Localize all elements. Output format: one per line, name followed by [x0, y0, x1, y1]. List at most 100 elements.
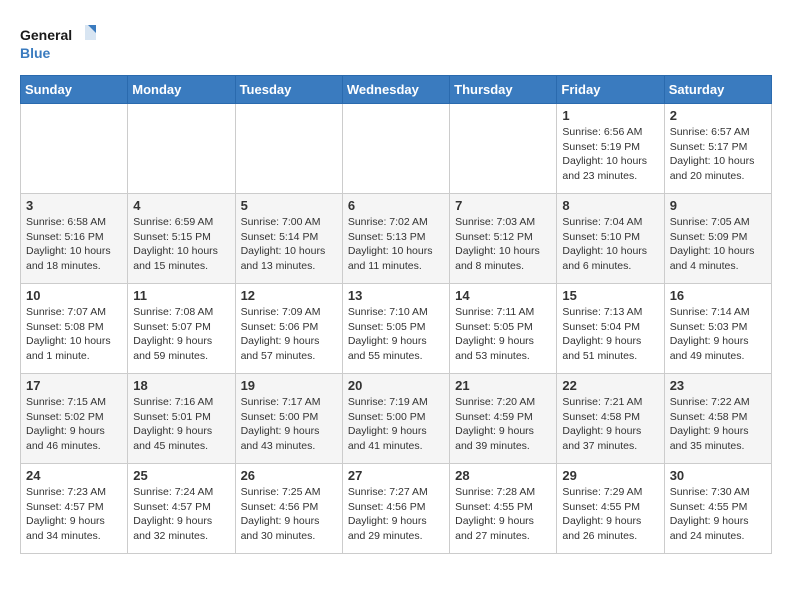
day-info: Sunrise: 6:56 AM Sunset: 5:19 PM Dayligh… [562, 125, 658, 184]
day-info: Sunrise: 7:28 AM Sunset: 4:55 PM Dayligh… [455, 485, 551, 544]
calendar-cell: 12 Sunrise: 7:09 AM Sunset: 5:06 PM Dayli… [235, 284, 342, 374]
calendar-cell: 17 Sunrise: 7:15 AM Sunset: 5:02 PM Dayli… [21, 374, 128, 464]
day-number: 11 [133, 288, 229, 303]
svg-text:General: General [20, 27, 72, 43]
day-number: 2 [670, 108, 766, 123]
calendar-cell [235, 104, 342, 194]
weekday-header-thursday: Thursday [450, 76, 557, 104]
day-number: 22 [562, 378, 658, 393]
day-info: Sunrise: 7:13 AM Sunset: 5:04 PM Dayligh… [562, 305, 658, 364]
day-number: 1 [562, 108, 658, 123]
calendar-cell: 15 Sunrise: 7:13 AM Sunset: 5:04 PM Dayli… [557, 284, 664, 374]
day-info: Sunrise: 7:21 AM Sunset: 4:58 PM Dayligh… [562, 395, 658, 454]
day-info: Sunrise: 6:58 AM Sunset: 5:16 PM Dayligh… [26, 215, 122, 274]
day-info: Sunrise: 7:14 AM Sunset: 5:03 PM Dayligh… [670, 305, 766, 364]
day-number: 14 [455, 288, 551, 303]
day-info: Sunrise: 7:20 AM Sunset: 4:59 PM Dayligh… [455, 395, 551, 454]
day-info: Sunrise: 7:17 AM Sunset: 5:00 PM Dayligh… [241, 395, 337, 454]
week-row-3: 10 Sunrise: 7:07 AM Sunset: 5:08 PM Dayli… [21, 284, 772, 374]
day-info: Sunrise: 7:11 AM Sunset: 5:05 PM Dayligh… [455, 305, 551, 364]
week-row-2: 3 Sunrise: 6:58 AM Sunset: 5:16 PM Daylig… [21, 194, 772, 284]
day-number: 17 [26, 378, 122, 393]
logo-icon: General Blue [20, 20, 100, 65]
calendar-cell [450, 104, 557, 194]
calendar-cell: 27 Sunrise: 7:27 AM Sunset: 4:56 PM Dayli… [342, 464, 449, 554]
day-info: Sunrise: 7:03 AM Sunset: 5:12 PM Dayligh… [455, 215, 551, 274]
day-info: Sunrise: 7:27 AM Sunset: 4:56 PM Dayligh… [348, 485, 444, 544]
day-number: 4 [133, 198, 229, 213]
day-number: 29 [562, 468, 658, 483]
calendar-cell: 19 Sunrise: 7:17 AM Sunset: 5:00 PM Dayli… [235, 374, 342, 464]
day-number: 3 [26, 198, 122, 213]
calendar-cell: 25 Sunrise: 7:24 AM Sunset: 4:57 PM Dayli… [128, 464, 235, 554]
day-number: 28 [455, 468, 551, 483]
day-info: Sunrise: 7:04 AM Sunset: 5:10 PM Dayligh… [562, 215, 658, 274]
calendar-cell: 20 Sunrise: 7:19 AM Sunset: 5:00 PM Dayli… [342, 374, 449, 464]
day-info: Sunrise: 7:30 AM Sunset: 4:55 PM Dayligh… [670, 485, 766, 544]
day-info: Sunrise: 6:57 AM Sunset: 5:17 PM Dayligh… [670, 125, 766, 184]
day-number: 24 [26, 468, 122, 483]
calendar-cell: 7 Sunrise: 7:03 AM Sunset: 5:12 PM Daylig… [450, 194, 557, 284]
day-info: Sunrise: 7:19 AM Sunset: 5:00 PM Dayligh… [348, 395, 444, 454]
calendar-cell: 28 Sunrise: 7:28 AM Sunset: 4:55 PM Dayli… [450, 464, 557, 554]
calendar-cell: 2 Sunrise: 6:57 AM Sunset: 5:17 PM Daylig… [664, 104, 771, 194]
calendar-cell: 10 Sunrise: 7:07 AM Sunset: 5:08 PM Dayli… [21, 284, 128, 374]
day-number: 7 [455, 198, 551, 213]
day-number: 18 [133, 378, 229, 393]
calendar-cell: 18 Sunrise: 7:16 AM Sunset: 5:01 PM Dayli… [128, 374, 235, 464]
calendar-cell: 26 Sunrise: 7:25 AM Sunset: 4:56 PM Dayli… [235, 464, 342, 554]
calendar-cell: 5 Sunrise: 7:00 AM Sunset: 5:14 PM Daylig… [235, 194, 342, 284]
day-info: Sunrise: 7:25 AM Sunset: 4:56 PM Dayligh… [241, 485, 337, 544]
calendar-cell: 22 Sunrise: 7:21 AM Sunset: 4:58 PM Dayli… [557, 374, 664, 464]
day-number: 27 [348, 468, 444, 483]
day-number: 10 [26, 288, 122, 303]
day-number: 8 [562, 198, 658, 213]
calendar-cell [21, 104, 128, 194]
day-number: 30 [670, 468, 766, 483]
calendar-cell: 13 Sunrise: 7:10 AM Sunset: 5:05 PM Dayli… [342, 284, 449, 374]
day-number: 19 [241, 378, 337, 393]
week-row-5: 24 Sunrise: 7:23 AM Sunset: 4:57 PM Dayli… [21, 464, 772, 554]
calendar-cell: 4 Sunrise: 6:59 AM Sunset: 5:15 PM Daylig… [128, 194, 235, 284]
calendar-table: SundayMondayTuesdayWednesdayThursdayFrid… [20, 75, 772, 554]
day-info: Sunrise: 7:00 AM Sunset: 5:14 PM Dayligh… [241, 215, 337, 274]
day-info: Sunrise: 7:29 AM Sunset: 4:55 PM Dayligh… [562, 485, 658, 544]
day-number: 5 [241, 198, 337, 213]
calendar-cell: 29 Sunrise: 7:29 AM Sunset: 4:55 PM Dayli… [557, 464, 664, 554]
calendar-cell [128, 104, 235, 194]
day-info: Sunrise: 6:59 AM Sunset: 5:15 PM Dayligh… [133, 215, 229, 274]
calendar-cell: 8 Sunrise: 7:04 AM Sunset: 5:10 PM Daylig… [557, 194, 664, 284]
day-info: Sunrise: 7:23 AM Sunset: 4:57 PM Dayligh… [26, 485, 122, 544]
day-info: Sunrise: 7:09 AM Sunset: 5:06 PM Dayligh… [241, 305, 337, 364]
day-info: Sunrise: 7:16 AM Sunset: 5:01 PM Dayligh… [133, 395, 229, 454]
calendar-cell: 23Sunrise: 7:22 AM Sunset: 4:58 PM Dayli… [664, 374, 771, 464]
calendar-cell: 21 Sunrise: 7:20 AM Sunset: 4:59 PM Dayli… [450, 374, 557, 464]
day-info: Sunrise: 7:15 AM Sunset: 5:02 PM Dayligh… [26, 395, 122, 454]
calendar-cell: 14 Sunrise: 7:11 AM Sunset: 5:05 PM Dayli… [450, 284, 557, 374]
calendar-cell: 9Sunrise: 7:05 AM Sunset: 5:09 PM Daylig… [664, 194, 771, 284]
day-info: Sunrise: 7:05 AM Sunset: 5:09 PM Dayligh… [670, 215, 766, 274]
calendar-cell: 16Sunrise: 7:14 AM Sunset: 5:03 PM Dayli… [664, 284, 771, 374]
svg-text:Blue: Blue [20, 45, 51, 61]
weekday-header-wednesday: Wednesday [342, 76, 449, 104]
day-info: Sunrise: 7:08 AM Sunset: 5:07 PM Dayligh… [133, 305, 229, 364]
day-info: Sunrise: 7:24 AM Sunset: 4:57 PM Dayligh… [133, 485, 229, 544]
calendar-cell: 1 Sunrise: 6:56 AM Sunset: 5:19 PM Daylig… [557, 104, 664, 194]
calendar-cell: 30 Sunrise: 7:30 AM Sunset: 4:55 PM Dayli… [664, 464, 771, 554]
day-number: 26 [241, 468, 337, 483]
day-number: 13 [348, 288, 444, 303]
calendar-cell: 11 Sunrise: 7:08 AM Sunset: 5:07 PM Dayli… [128, 284, 235, 374]
day-number: 25 [133, 468, 229, 483]
weekday-header-friday: Friday [557, 76, 664, 104]
day-number: 12 [241, 288, 337, 303]
day-number: 20 [348, 378, 444, 393]
day-number: 21 [455, 378, 551, 393]
calendar-cell: 6Sunrise: 7:02 AM Sunset: 5:13 PM Daylig… [342, 194, 449, 284]
day-info: Sunrise: 7:07 AM Sunset: 5:08 PM Dayligh… [26, 305, 122, 364]
day-info: Sunrise: 7:10 AM Sunset: 5:05 PM Dayligh… [348, 305, 444, 364]
calendar-cell [342, 104, 449, 194]
day-number: 15 [562, 288, 658, 303]
page-header: General Blue [20, 20, 772, 65]
weekday-header-row: SundayMondayTuesdayWednesdayThursdayFrid… [21, 76, 772, 104]
weekday-header-sunday: Sunday [21, 76, 128, 104]
